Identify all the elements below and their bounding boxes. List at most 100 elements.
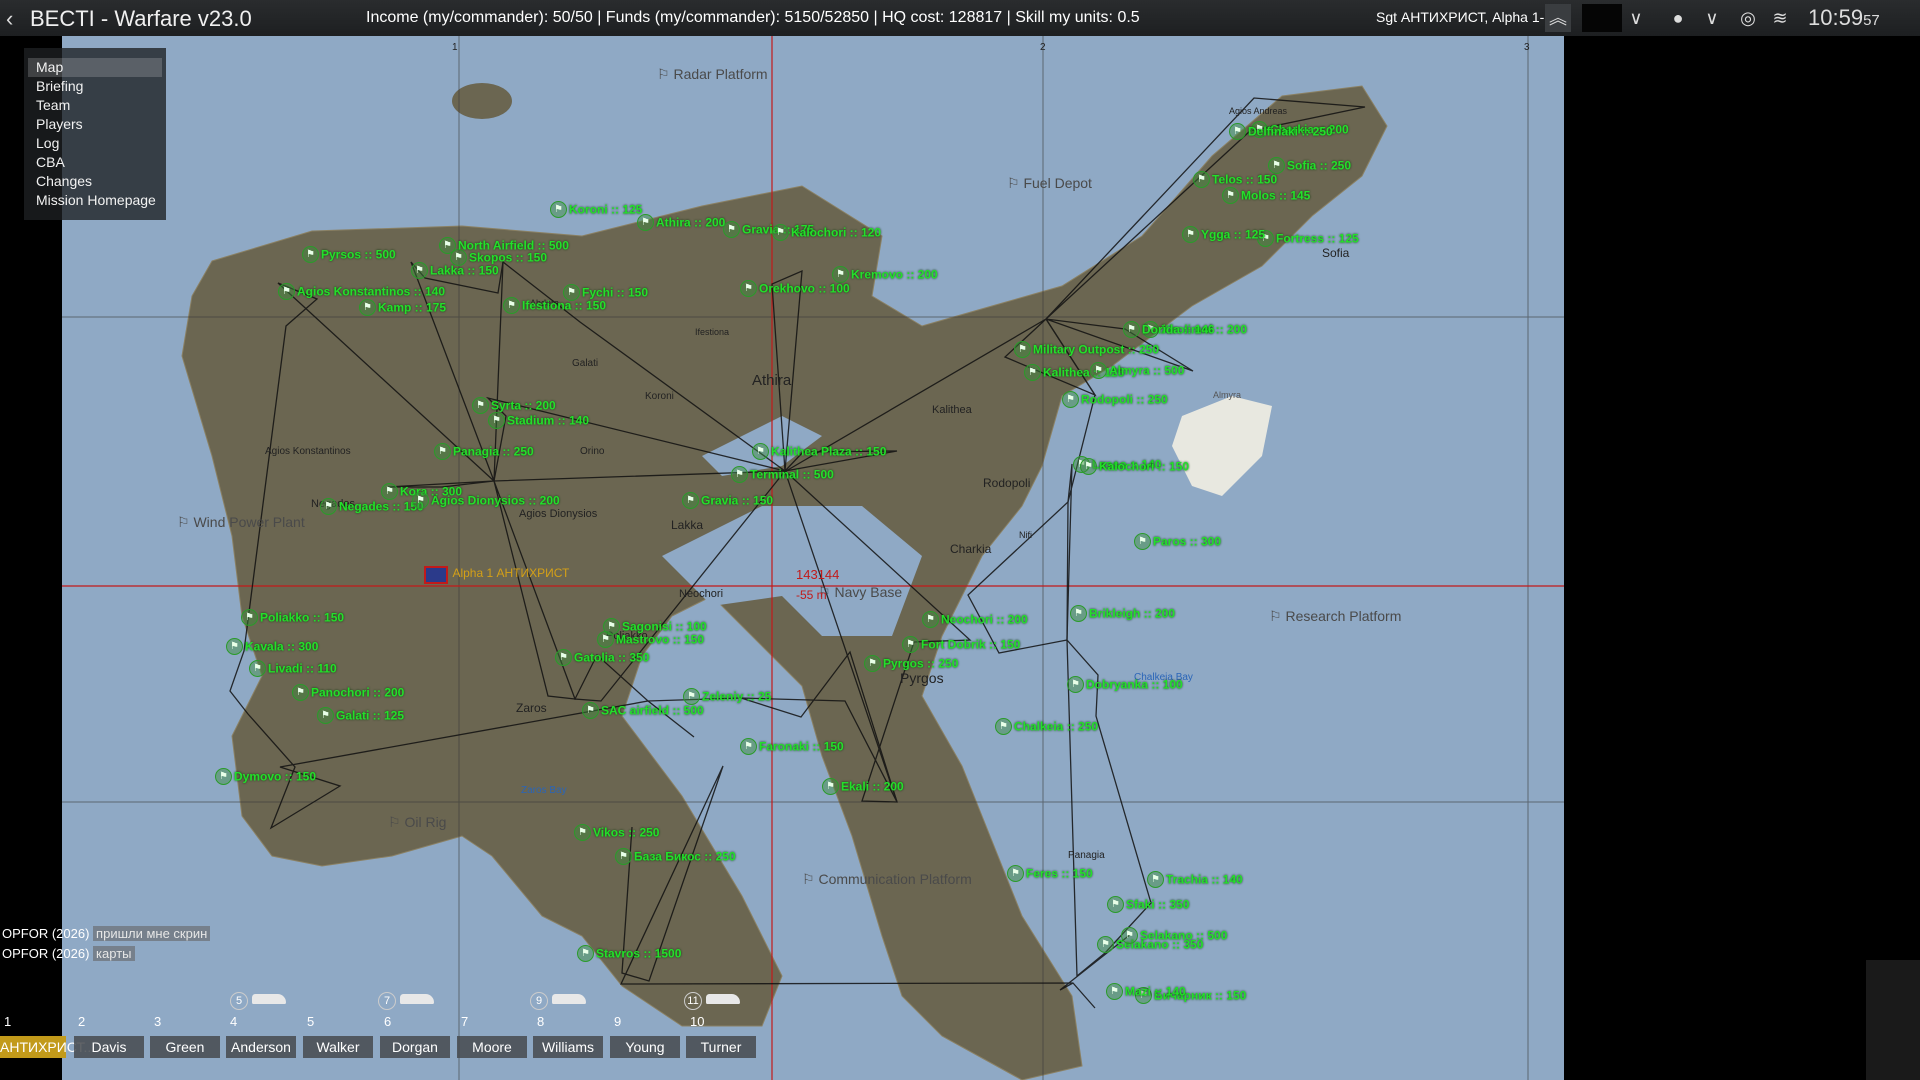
rank-icon[interactable]: ︽ [1545,4,1571,32]
town-flag[interactable]: ⚑ Faronaki :: 150 [740,738,844,755]
map-view[interactable]: 1 2 3 Athira Kalithea Rodopoli Charkia L… [62,36,1564,1080]
town-flag[interactable]: ⚑ Trachia :: 140 [1147,871,1243,888]
squad-member-dorgan[interactable]: Dorgan [380,1036,450,1058]
town-flag[interactable]: ⚑ Dymovo :: 150 [215,768,316,785]
menu-item-team[interactable]: Team [24,96,166,115]
squad-member-williams[interactable]: Williams [533,1036,603,1058]
squad-member-green[interactable]: Green [150,1036,220,1058]
town-flag[interactable]: ⚑ Stavros :: 1500 [577,945,681,962]
town-flag[interactable]: ⚑ Gatolia :: 350 [555,649,649,666]
flag-icon: ⚑ [995,718,1012,735]
town-flag[interactable]: ⚑ Panagia :: 250 [434,443,534,460]
chevron-left-icon[interactable]: ‹ [6,6,13,32]
poi-radar-platform: ⚐ Radar Platform [657,66,768,82]
town-flag[interactable]: ⚑ Brikleigh :: 200 [1070,605,1175,622]
town-flag[interactable]: ⚑ Chalkeia :: 250 [995,718,1098,735]
town-flag[interactable]: ⚑ Syrta :: 200 [472,397,556,414]
flag-icon: ⚑ [1067,676,1084,693]
location-label: Agios Dionysios [519,508,598,520]
town-flag[interactable]: ⚑ Mazi :: 140 [1106,983,1186,1000]
squad-member-young[interactable]: Young [610,1036,680,1058]
town-label: Koroni :: 125 [569,202,643,217]
town-label: North Airfield :: 500 [458,238,569,253]
town-flag[interactable]: ⚑ Pyrsos :: 500 [302,246,396,263]
town-flag[interactable]: ⚑ Gravia :: 150 [682,492,773,509]
town-flag[interactable]: ⚑ Fort Dobrik :: 150 [902,636,1020,653]
town-flag[interactable]: ⚑ Agios Dionysios :: 200 [412,492,560,509]
town-flag[interactable]: ⚑ Agios Konstantinos :: 140 [278,283,445,300]
town-flag[interactable]: ⚑ Koroni :: 125 [550,201,642,218]
gps-icon[interactable]: ◎ [1734,4,1762,32]
vehicle-icon [552,994,586,1004]
town-flag[interactable]: ⚑ Athira :: 200 [637,214,725,231]
squad-member-turner[interactable]: Turner [686,1036,756,1058]
menu-item-players[interactable]: Players [24,115,166,134]
menu-item-briefing[interactable]: Briefing [24,77,166,96]
town-label: Telos :: 150 [1212,172,1278,187]
town-flag[interactable]: ⚑ Orekhovo :: 100 [740,280,850,297]
town-flag[interactable]: ⚑ Neochori :: 200 [922,611,1028,628]
player-marker[interactable]: Alpha 1 АНТИХРИСТ [424,566,569,589]
town-flag[interactable]: ⚑ Almyra :: 500 [1090,362,1184,379]
flag-icon: ⚑ [902,636,919,653]
town-flag[interactable]: ⚑ Selakano :: 500 [1121,927,1227,944]
town-flag[interactable]: ⚑ Kavala :: 300 [226,638,318,655]
town-flag[interactable]: ⚑ Telos :: 150 [1193,171,1277,188]
menu-item-log[interactable]: Log [24,134,166,153]
town-flag[interactable]: ⚑ Livadi :: 110 [249,660,337,677]
dot-icon[interactable]: ● [1666,4,1690,32]
compass-widget [1866,960,1920,1080]
flag-icon: ⚑ [555,649,572,666]
town-flag[interactable]: ⚑ Pyrgos :: 250 [864,655,958,672]
town-flag[interactable]: ⚑ Dobryanka :: 100 [1067,676,1183,693]
menu-item-cba[interactable]: CBA [24,153,166,172]
town-flag[interactable]: ⚑ Sofia :: 250 [1268,157,1351,174]
town-flag[interactable]: ⚑ Delfinaki :: 250 [1229,123,1333,140]
town-flag[interactable]: ⚑ Kalochori :: 150 [1080,458,1189,475]
vehicle-count: 5 [230,992,248,1010]
town-flag[interactable]: ⚑ Molos :: 145 [1222,187,1310,204]
town-flag[interactable]: ⚑ Kamp :: 175 [359,299,446,316]
squad-member-walker[interactable]: Walker [303,1036,373,1058]
squad-member-moore[interactable]: Moore [457,1036,527,1058]
town-flag[interactable]: ⚑ Terminal :: 500 [731,466,834,483]
town-flag[interactable]: ⚑ Kalithea Plaza :: 150 [752,443,886,460]
town-flag[interactable]: ⚑ Ifestiona :: 150 [503,297,606,314]
color-swatch[interactable] [1582,4,1622,32]
squad-member-davis[interactable]: Davis [74,1036,144,1058]
town-flag[interactable]: ⚑ Sagonisi :: 100 [603,618,707,635]
map-labels: 1 2 3 Athira Kalithea Rodopoli Charkia L… [62,36,1564,1080]
town-flag[interactable]: ⚑ Negades :: 150 [320,498,424,515]
town-flag[interactable]: ⚑ Rodopoli :: 250 [1062,391,1168,408]
town-flag[interactable]: ⚑ Ygga :: 125 [1182,226,1265,243]
town-flag[interactable]: ⚑ Kalochori :: 120 [772,224,881,241]
town-flag[interactable]: ⚑ Lakka :: 150 [411,262,499,279]
town-flag[interactable]: ⚑ Paros :: 300 [1134,533,1221,550]
town-flag[interactable]: ⚑ Ekali :: 200 [822,778,904,795]
town-flag[interactable]: ⚑ Feres :: 150 [1007,865,1093,882]
town-flag[interactable]: ⚑ Military Outpost :: 250 [1014,341,1159,358]
menu-item-map[interactable]: Map [28,58,162,77]
flag-icon: ⚑ [278,283,295,300]
town-flag[interactable]: ⚑ Fortress :: 125 [1257,230,1359,247]
squad-member-anderson[interactable]: Anderson [226,1036,296,1058]
menu-item-changes[interactable]: Changes [24,172,166,191]
town-flag[interactable]: ⚑ Panochori :: 200 [292,684,404,701]
town-flag[interactable]: ⚑ Dorida :: 146 [1123,321,1215,338]
town-flag[interactable]: ⚑ Zeleniy :: 25 [683,688,771,705]
town-flag[interactable]: ⚑ Stadium :: 140 [488,412,589,429]
town-flag[interactable]: ⚑ Sfaki :: 350 [1107,896,1189,913]
chevron-down-icon[interactable]: ∨ [1700,4,1724,32]
town-flag[interactable]: ⚑ Vikos :: 250 [574,824,659,841]
vehicle-icon [400,994,434,1004]
town-flag[interactable]: ⚑ Galati :: 125 [317,707,404,724]
location-label: Koroni [645,391,674,402]
town-flag[interactable]: ⚑ Poliakko :: 150 [241,609,344,626]
squad-member-антихрист-[interactable]: АНТИХРИСТ... [0,1036,95,1058]
chevron-down-icon[interactable]: ∨ [1624,4,1648,32]
chat-line: OPFOR (2026) карты [2,946,135,961]
town-flag[interactable]: ⚑ База Бикос :: 250 [615,848,736,865]
town-flag[interactable]: ⚑ North Airfield :: 500 [439,237,569,254]
menu-item-mission-homepage[interactable]: Mission Homepage [24,191,166,210]
layers-icon[interactable]: ≋ [1766,4,1794,32]
